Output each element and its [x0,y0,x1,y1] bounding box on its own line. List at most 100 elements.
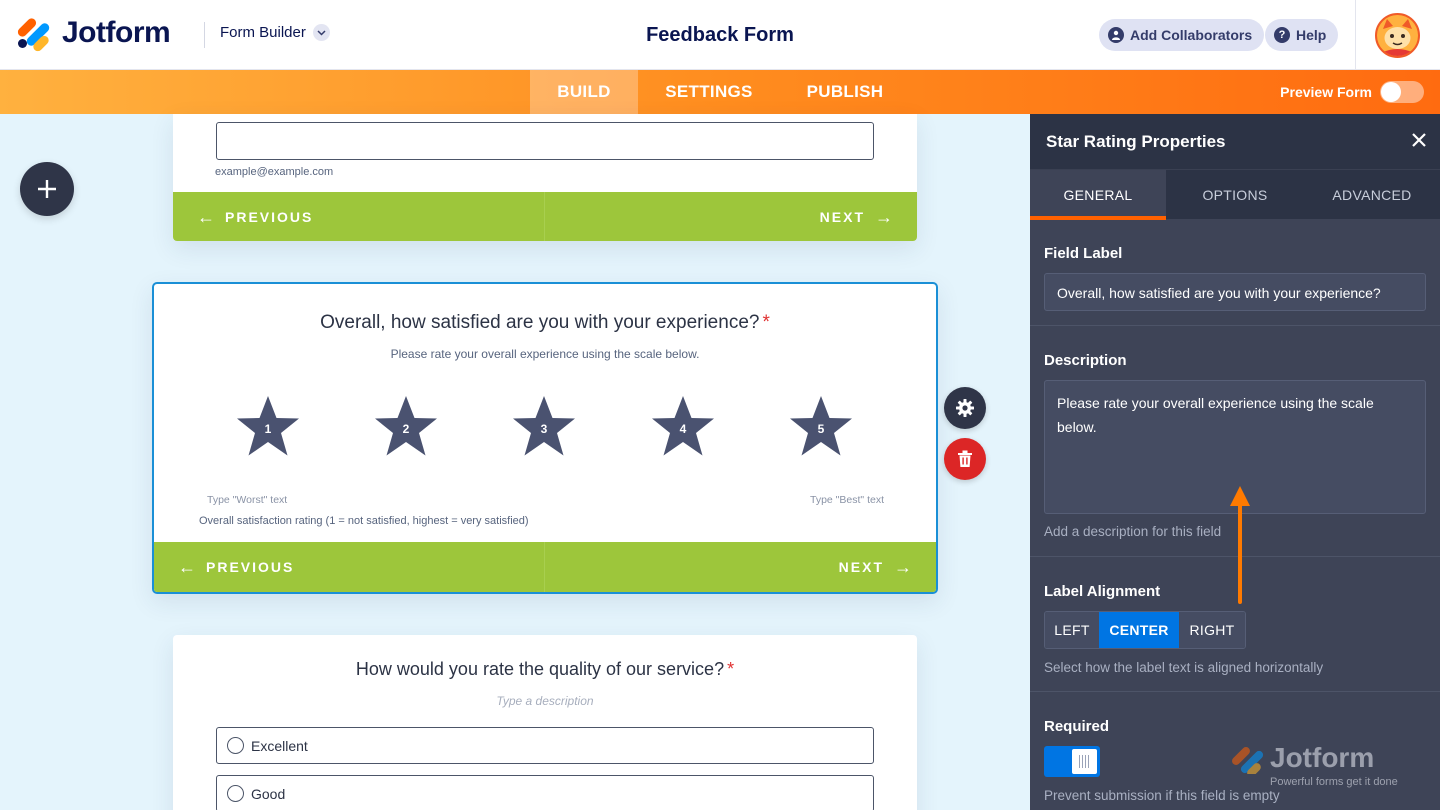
close-icon[interactable] [1412,128,1426,152]
label-alignment-heading: Label Alignment [1044,583,1161,600]
jotform-watermark-icon [1232,747,1264,774]
radio-option-label: Good [251,785,286,802]
user-icon [1108,27,1124,43]
rating-question-description: Please rate your overall experience usin… [390,347,700,361]
jotform-logo-mark-icon [16,16,52,54]
field-label-section: Field Label Overall, how satisfied are y… [1030,219,1440,326]
arrow-right-icon: → [894,556,912,577]
previous-button[interactable]: ← PREVIOUS [173,192,545,241]
label-alignment-help: Select how the label text is aligned hor… [1044,660,1324,675]
rating-question-title[interactable]: Overall, how satisfied are you with your… [154,312,936,334]
required-help: Prevent submission if this field is empt… [1044,788,1280,803]
arrow-right-icon: → [875,206,893,227]
arrow-left-icon: ← [178,556,196,577]
next-button[interactable]: NEXT → [545,542,936,592]
field-label-heading: Field Label [1044,245,1123,262]
star-number: 3 [540,422,548,436]
worst-text-placeholder[interactable]: Type "Worst" text [207,494,287,506]
star-number: 5 [817,422,825,436]
rating-sublabel[interactable]: Overall satisfaction rating (1 = not sat… [199,515,529,527]
plus-icon [38,180,56,198]
tab-advanced[interactable]: ADVANCED [1304,170,1440,220]
properties-panel: Star Rating Properties GENERAL OPTIONS A… [1030,114,1440,810]
tab-publish[interactable]: PUBLISH [782,70,908,114]
toggle-knob [1072,749,1097,774]
radio-circle-icon [227,785,244,802]
add-collaborators-label: Add Collaborators [1130,27,1253,43]
preview-form-label: Preview Form [1280,84,1372,100]
label-alignment-group: LEFT CENTER RIGHT [1044,611,1246,649]
builder-nav: BUILD SETTINGS PUBLISH Preview Form [0,70,1440,114]
align-right-button[interactable]: RIGHT [1179,612,1245,648]
brand-name: Jotform [62,16,171,49]
next-button[interactable]: NEXT → [545,192,917,241]
star-2[interactable]: 2 [373,394,439,458]
required-heading: Required [1044,718,1110,735]
radio-option-good[interactable]: Good [216,775,874,810]
radio-option-label: Excellent [251,737,308,754]
align-center-button[interactable]: CENTER [1099,612,1179,648]
watermark-tagline: Powerful forms get it done [1270,776,1398,788]
previous-label: PREVIOUS [225,209,314,225]
watermark-word: Jotform [1270,742,1375,773]
tab-general[interactable]: GENERAL [1030,170,1166,220]
best-text-placeholder[interactable]: Type "Best" text [810,494,884,506]
next-label: NEXT [819,209,865,225]
add-element-button[interactable] [20,162,74,216]
add-collaborators-button[interactable]: Add Collaborators [1099,19,1265,51]
service-description-placeholder[interactable]: Type a description [173,694,917,708]
required-toggle[interactable] [1044,746,1100,777]
star-5[interactable]: 5 [788,394,854,458]
email-input[interactable] [216,122,874,160]
align-left-button[interactable]: LEFT [1045,612,1099,648]
service-quality-card[interactable]: How would you rate the quality of our se… [173,635,917,810]
required-asterisk: * [727,659,735,679]
description-heading: Description [1044,352,1127,369]
gear-icon [956,399,974,417]
field-properties-button[interactable] [944,387,986,429]
radio-option-excellent[interactable]: Excellent [216,727,874,764]
panel-title: Star Rating Properties [1046,132,1226,151]
page-navigation-bar: ← PREVIOUS NEXT → [173,192,917,241]
email-sublabel: example@example.com [215,166,334,178]
form-builder-dropdown[interactable]: Form Builder [220,24,330,41]
avatar-face-icon [1377,15,1418,56]
preview-form-control: Preview Form [1280,81,1424,103]
header-divider [204,22,205,48]
field-label-input[interactable]: Overall, how satisfied are you with your… [1044,273,1426,311]
service-question-title[interactable]: How would you rate the quality of our se… [173,659,917,680]
delete-field-button[interactable] [944,438,986,480]
top-header: Jotform Form Builder Feedback Form Add C… [0,0,1440,70]
tab-build[interactable]: BUILD [530,70,638,114]
arrow-left-icon: ← [197,206,215,227]
email-page-card: example@example.com ← PREVIOUS NEXT → [173,114,917,241]
panel-header: Star Rating Properties [1030,114,1440,169]
star-rating-card[interactable]: Overall, how satisfied are you with your… [152,282,938,594]
star-4[interactable]: 4 [650,394,716,458]
star-number: 4 [679,422,687,436]
question-icon: ? [1274,27,1290,43]
tab-settings[interactable]: SETTINGS [640,70,778,114]
trash-icon [958,450,972,467]
page-navigation-bar: ← PREVIOUS NEXT → [154,542,936,592]
help-label: Help [1296,27,1327,43]
header-divider-right [1355,0,1356,70]
service-question-text: How would you rate the quality of our se… [355,659,725,679]
avatar[interactable] [1375,13,1420,58]
radio-circle-icon [227,737,244,754]
description-help: Add a description for this field [1044,524,1222,539]
tab-options[interactable]: OPTIONS [1167,170,1303,220]
jotform-logo[interactable]: Jotform [16,16,171,54]
form-builder-label: Form Builder [220,24,306,41]
star-1[interactable]: 1 [235,394,301,458]
star-number: 2 [402,422,410,436]
star-3[interactable]: 3 [511,394,577,458]
panel-tabs: GENERAL OPTIONS ADVANCED [1030,169,1440,220]
help-button[interactable]: ? Help [1265,19,1339,51]
rating-question-text: Overall, how satisfied are you with your… [320,312,760,333]
preview-form-toggle[interactable] [1380,81,1424,103]
star-number: 1 [264,422,272,436]
next-label: NEXT [838,559,884,575]
previous-label: PREVIOUS [206,559,295,575]
previous-button[interactable]: ← PREVIOUS [154,542,545,592]
